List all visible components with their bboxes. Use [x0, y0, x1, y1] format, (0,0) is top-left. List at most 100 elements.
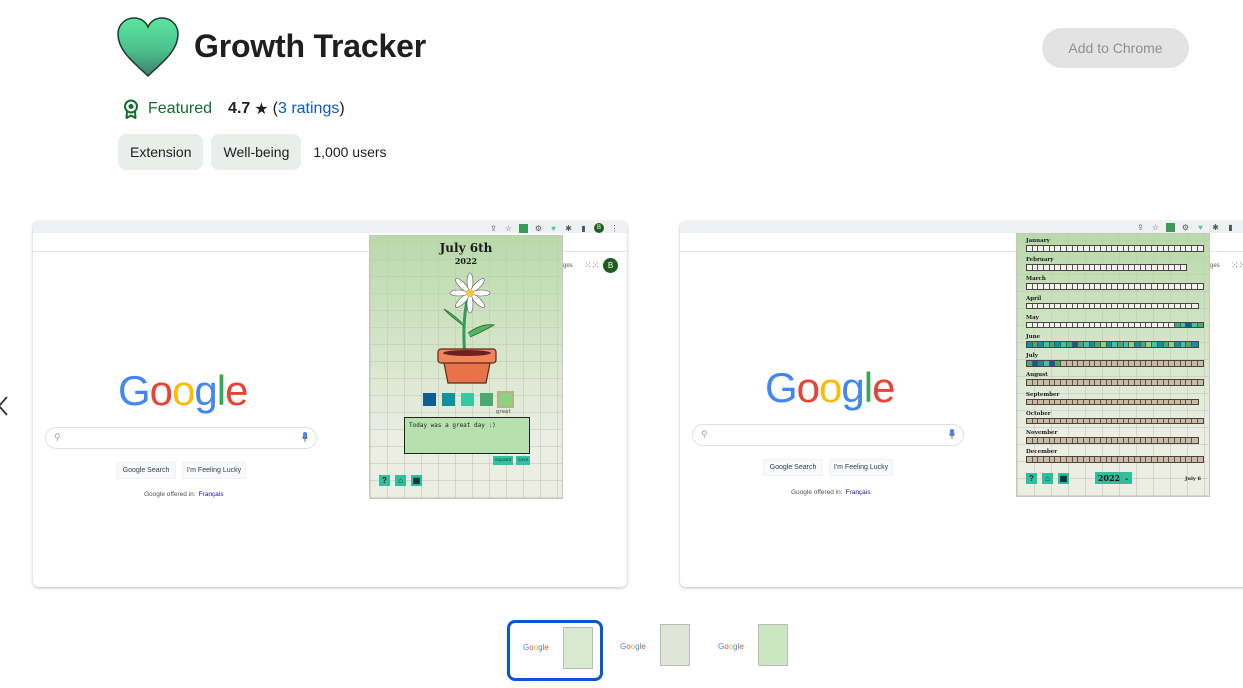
extension-icon[interactable] [519, 223, 528, 233]
category-chips: Extension Well-being 1,000 users [118, 134, 387, 170]
day-cell[interactable] [1197, 457, 1204, 462]
popup-nav: ? ⌂ ▦ [1026, 473, 1069, 484]
mood-swatch-good[interactable] [480, 393, 493, 406]
month-september: September [1026, 392, 1199, 406]
expand-button[interactable]: expand [493, 456, 513, 465]
google-search-button[interactable]: Google Search [116, 462, 176, 479]
month-january: January [1026, 238, 1205, 252]
day-cell[interactable] [1191, 438, 1198, 443]
day-cell[interactable] [1197, 418, 1204, 424]
home-icon[interactable]: ⌂ [1042, 473, 1053, 484]
images-link[interactable]: ges [563, 263, 573, 269]
extension-icon[interactable]: ⚙ [1181, 223, 1190, 232]
month-days-row [1026, 321, 1205, 329]
month-name: May [1026, 314, 1039, 321]
heart-extension-icon[interactable]: ♥ [1196, 223, 1205, 232]
sidepanel-icon[interactable]: ▮ [1226, 223, 1235, 232]
bookmark-star-icon[interactable]: ☆ [504, 224, 513, 233]
google-search-button[interactable]: Google Search [763, 459, 823, 476]
thumbnail-3[interactable]: Google [706, 622, 798, 678]
month-name: October [1026, 410, 1051, 417]
screenshot-1[interactable]: ⇪ ☆ ⚙ ♥ ✱ ▮ B ⋮ ges ⁙⁙ B Google ⚲ Google… [33, 221, 627, 587]
chip-well-being[interactable]: Well-being [211, 134, 302, 170]
google-offered-in: Google offered in: Français [791, 489, 871, 496]
extension-icon[interactable] [1166, 223, 1175, 232]
language-link[interactable]: Français [846, 489, 871, 496]
apps-grid-icon[interactable]: ⁙⁙ [1231, 260, 1243, 271]
day-cell[interactable] [1197, 246, 1204, 251]
rating-value: 4.7 [228, 100, 251, 117]
popup-year: 2022 [454, 256, 478, 266]
feeling-lucky-button[interactable]: I'm Feeling Lucky [829, 459, 893, 476]
sidepanel-icon[interactable]: ▮ [579, 224, 588, 233]
mood-swatch-okay[interactable] [461, 393, 474, 406]
ratings-link[interactable]: 3 ratings [278, 100, 339, 118]
month-days-row [1026, 341, 1199, 348]
chevron-left-icon[interactable] [0, 393, 14, 419]
month-july: July [1026, 353, 1205, 367]
month-days-row [1026, 302, 1199, 310]
images-link[interactable]: ges [1210, 263, 1220, 269]
day-cell[interactable] [1197, 361, 1204, 366]
profile-avatar[interactable]: B [594, 223, 604, 233]
home-icon[interactable]: ⌂ [395, 475, 406, 486]
bookmark-star-icon[interactable]: ☆ [1151, 223, 1160, 232]
google-logo: Google [765, 364, 895, 411]
calendar-icon[interactable]: ▦ [1058, 473, 1069, 484]
thumbnail-2[interactable]: Google [608, 622, 700, 678]
day-cell[interactable] [1191, 342, 1198, 347]
extension-icon[interactable]: ⚙ [534, 224, 543, 233]
month-november: November [1026, 430, 1199, 444]
help-icon[interactable]: ? [1026, 473, 1037, 484]
google-search-input[interactable]: ⚲ [692, 424, 964, 446]
add-to-chrome-button[interactable]: Add to Chrome [1042, 28, 1189, 68]
share-icon[interactable]: ⇪ [1136, 223, 1145, 232]
day-cell[interactable] [1191, 399, 1198, 405]
apps-grid-icon[interactable]: ⁙⁙ [584, 260, 599, 271]
mic-icon[interactable] [302, 432, 308, 443]
help-icon[interactable]: ? [379, 475, 390, 486]
calendar-icon[interactable]: ▦ [411, 475, 422, 486]
journal-textarea[interactable]: Today was a great day :) [404, 417, 530, 454]
google-offered-in: Google offered in: Français [144, 491, 224, 498]
thumbnail-1[interactable]: Google [507, 620, 603, 681]
chevron-down-icon: ⌄ [1124, 474, 1130, 482]
year-select[interactable]: 2022 ⌄ [1095, 472, 1132, 484]
month-name: August [1026, 372, 1048, 379]
language-link[interactable]: Français [199, 491, 224, 498]
google-search-input[interactable]: ⚲ [45, 427, 317, 449]
day-cell[interactable] [1180, 265, 1187, 270]
extension-detail-page: Growth Tracker Add to Chrome Featured 4.… [0, 0, 1243, 688]
day-cell[interactable] [1197, 322, 1204, 328]
day-cell[interactable] [1197, 284, 1204, 289]
thumbnail-popup [660, 624, 690, 666]
month-may: May [1026, 314, 1205, 329]
day-cell[interactable] [1197, 380, 1204, 385]
mood-swatch-awful[interactable] [423, 393, 436, 406]
heart-logo-icon [117, 17, 179, 78]
feeling-lucky-button[interactable]: I'm Feeling Lucky [182, 462, 246, 479]
month-august: August [1026, 372, 1205, 386]
featured-label: Featured [148, 100, 213, 117]
save-button[interactable]: save [516, 456, 530, 465]
menu-icon[interactable]: ⋮ [610, 224, 619, 233]
mood-swatch-bad[interactable] [442, 393, 455, 406]
screenshot-2[interactable]: ⇪ ☆ ⚙ ♥ ✱ ▮ ges ⁙⁙ Google ⚲ Google Searc… [680, 221, 1243, 587]
chip-extension[interactable]: Extension [118, 134, 204, 170]
month-name: September [1026, 391, 1060, 398]
year-select-value: 2022 [1097, 473, 1121, 483]
day-cell[interactable] [1191, 303, 1198, 309]
thumbnail-popup [758, 624, 788, 666]
month-days-row [1026, 379, 1205, 386]
month-days-row [1026, 264, 1188, 271]
month-october: October [1026, 410, 1205, 425]
google-avatar[interactable]: B [603, 258, 618, 273]
puzzle-icon[interactable]: ✱ [1211, 223, 1220, 232]
puzzle-icon[interactable]: ✱ [564, 224, 573, 233]
mood-swatch-great[interactable] [497, 391, 514, 408]
mic-icon[interactable] [949, 429, 955, 440]
extension-title: Growth Tracker [194, 28, 426, 64]
heart-extension-icon[interactable]: ♥ [549, 224, 558, 233]
share-icon[interactable]: ⇪ [489, 224, 498, 233]
month-days-row [1026, 437, 1199, 444]
